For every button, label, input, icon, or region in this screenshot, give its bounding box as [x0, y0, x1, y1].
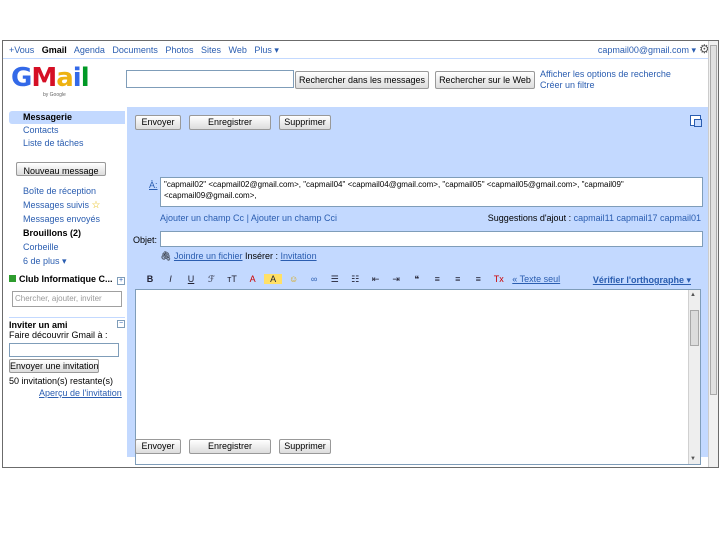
add-recipient-links: Ajouter un champ Cc | Ajouter un champ C…: [160, 213, 337, 223]
sidebar-item-starred[interactable]: Messages suivis ☆: [9, 198, 125, 212]
plain-text-link[interactable]: « Texte seul: [512, 274, 560, 284]
chat-expand-icon[interactable]: +: [117, 277, 125, 285]
add-cc-link[interactable]: Ajouter un champ Cc: [160, 213, 244, 223]
subject-field[interactable]: [160, 231, 703, 247]
align-left-icon[interactable]: ≡: [428, 274, 446, 284]
subject-label: Objet:: [133, 235, 158, 245]
sidebar-item-more[interactable]: 6 de plus ▾: [9, 254, 125, 268]
sidebar-item-sent[interactable]: Messages envoyés: [9, 212, 125, 226]
scroll-down-icon[interactable]: ▼: [690, 456, 696, 462]
highlight-icon[interactable]: A: [264, 274, 283, 284]
page-scroll-thumb[interactable]: [710, 45, 717, 395]
sidebar-item-drafts[interactable]: Brouillons (2): [9, 226, 125, 240]
send-invite-button[interactable]: Envoyer une invitation: [9, 359, 99, 373]
link-sites[interactable]: Sites: [201, 45, 221, 55]
to-label[interactable]: À:: [149, 180, 158, 190]
search-mail-button[interactable]: Rechercher dans les messages: [295, 71, 429, 89]
invite-collapse-icon[interactable]: −: [117, 320, 125, 328]
by-google: by Google: [43, 92, 66, 98]
product-links: +Vous Gmail Agenda Documents Photos Site…: [9, 45, 284, 56]
suggestion-links[interactable]: capmail11 capmail17 capmail01: [574, 213, 701, 223]
link-documents[interactable]: Documents: [112, 45, 158, 55]
suggestions: Suggestions d'ajout : capmail11 capmail1…: [487, 213, 701, 223]
link-more[interactable]: Plus ▾: [254, 45, 279, 55]
font-icon[interactable]: ℱ: [203, 274, 221, 285]
sidebar-item-contacts[interactable]: Contacts: [9, 124, 125, 137]
link-agenda[interactable]: Agenda: [74, 45, 105, 55]
underline-icon[interactable]: U: [182, 274, 200, 284]
align-center-icon[interactable]: ≡: [449, 274, 467, 284]
sidebar-item-mail[interactable]: Messagerie: [9, 111, 125, 124]
italic-icon[interactable]: I: [162, 274, 180, 284]
send-button[interactable]: Envoyer: [135, 115, 181, 130]
page-scrollbar[interactable]: [708, 41, 718, 467]
save-button-bottom[interactable]: Enregistrer: [189, 439, 271, 454]
search-links: Afficher les options de recherche Créer …: [540, 69, 671, 91]
sidebar-top-nav: Messagerie Contacts Liste de tâches: [9, 111, 125, 150]
sidebar-item-inbox[interactable]: Boîte de réception: [9, 184, 125, 198]
link-icon[interactable]: ∞: [305, 274, 323, 284]
compose-panel: Envoyer Enregistrer Supprimer À: "capmai…: [127, 107, 709, 465]
link-web[interactable]: Web: [229, 45, 247, 55]
align-right-icon[interactable]: ≡: [469, 274, 487, 284]
paperclip-icon: 🖇: [160, 251, 172, 261]
compose-button[interactable]: Nouveau message: [16, 162, 106, 176]
popout-icon[interactable]: [690, 115, 702, 127]
send-button-bottom[interactable]: Envoyer: [135, 439, 181, 454]
font-size-icon[interactable]: ᴛT: [223, 274, 241, 284]
sidebar-item-tasks[interactable]: Liste de tâches: [9, 137, 125, 150]
status-icon: [9, 275, 16, 282]
spell-check-link[interactable]: Vérifier l'orthographe ▾: [593, 275, 691, 286]
scroll-up-icon[interactable]: ▲: [690, 292, 696, 298]
insert-label: Insérer :: [245, 251, 279, 261]
invite-panel: Inviter un ami Faire découvrir Gmail à :…: [9, 317, 125, 399]
attach-row: 🖇 Joindre un fichier Insérer : Invitatio…: [160, 251, 317, 262]
top-divider: [3, 58, 718, 59]
invite-title: Inviter un ami: [9, 317, 125, 330]
attach-file-link[interactable]: Joindre un fichier: [174, 251, 243, 261]
chat-header[interactable]: Club Informatique C...: [9, 274, 125, 288]
indent-icon[interactable]: ⇥: [387, 274, 405, 285]
to-field[interactable]: "capmail02" <capmail02@gmail.com>, "capm…: [160, 177, 703, 207]
bold-icon[interactable]: B: [141, 274, 159, 284]
numbered-list-icon[interactable]: ☰: [326, 274, 344, 285]
text-color-icon[interactable]: A: [244, 274, 262, 284]
create-filter-link[interactable]: Créer un filtre: [540, 80, 671, 91]
invitation-link[interactable]: Invitation: [281, 251, 317, 261]
body-scrollbar[interactable]: ▲ ▼: [688, 290, 700, 464]
gmail-window: +Vous Gmail Agenda Documents Photos Site…: [2, 40, 719, 468]
search-web-button[interactable]: Rechercher sur le Web: [435, 71, 535, 89]
bullet-list-icon[interactable]: ☷: [346, 274, 364, 285]
remove-format-icon[interactable]: Tx: [490, 274, 508, 284]
search-options-link[interactable]: Afficher les options de recherche: [540, 69, 671, 80]
link-gmail[interactable]: Gmail: [42, 45, 67, 55]
quote-icon[interactable]: ❝: [408, 274, 426, 285]
add-bcc-link[interactable]: Ajouter un champ Cci: [251, 213, 337, 223]
sidebar-item-trash[interactable]: Corbeille: [9, 240, 125, 254]
save-button[interactable]: Enregistrer: [189, 115, 271, 130]
star-icon: ☆: [91, 200, 101, 211]
chat-title: Club Informatique C...: [19, 274, 113, 284]
search-input[interactable]: [126, 70, 294, 88]
account-menu[interactable]: capmail00@gmail.com ▾: [598, 45, 696, 56]
top-bar: +Vous Gmail Agenda Documents Photos Site…: [3, 41, 718, 59]
invite-preview-link[interactable]: Aperçu de l'invitation: [9, 387, 125, 399]
outdent-icon[interactable]: ⇤: [367, 274, 385, 285]
link-photos[interactable]: Photos: [165, 45, 193, 55]
invite-remaining: 50 invitation(s) restante(s): [9, 376, 114, 386]
invite-email-field[interactable]: [9, 343, 119, 357]
link-plus-vous[interactable]: +Vous: [9, 45, 34, 55]
sidebar-folders: Boîte de réception Messages suivis ☆ Mes…: [9, 184, 125, 268]
gmail-logo[interactable]: GMail by Google: [11, 63, 91, 103]
emoticon-icon[interactable]: ☺: [285, 274, 303, 284]
invite-text: Faire découvrir Gmail à :: [9, 330, 108, 340]
delete-button-bottom[interactable]: Supprimer: [279, 439, 331, 454]
chat-search-input[interactable]: Chercher, ajouter, inviter: [12, 291, 122, 307]
scroll-thumb[interactable]: [690, 310, 699, 346]
delete-button[interactable]: Supprimer: [279, 115, 331, 130]
